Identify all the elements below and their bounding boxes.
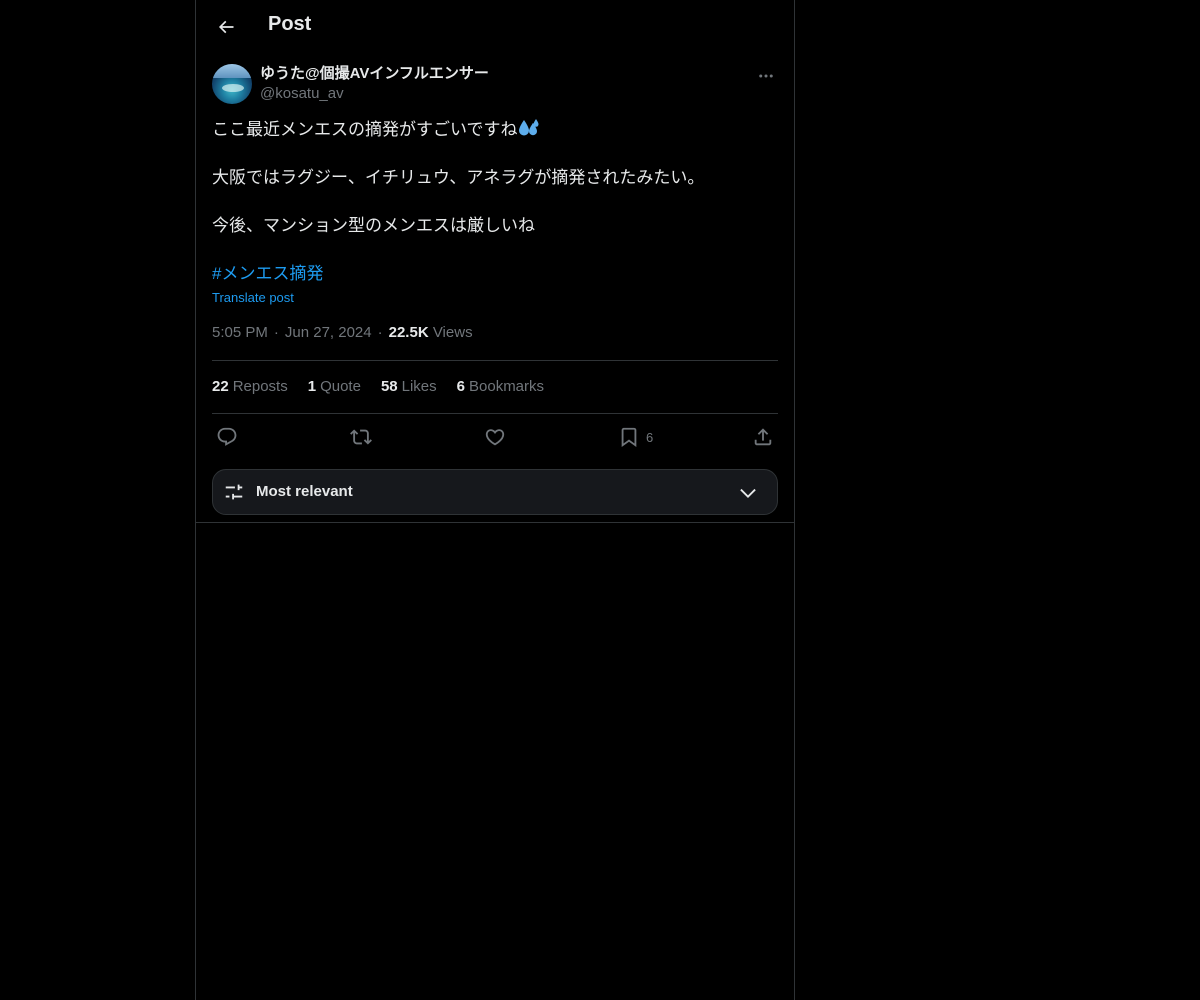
repost-button[interactable] bbox=[350, 426, 372, 448]
stat-bookmarks[interactable]: 6 Bookmarks bbox=[457, 378, 544, 395]
author-handle[interactable]: @kosatu_av bbox=[260, 84, 489, 104]
author-display-name[interactable]: ゆうた@個撮AVインフルエンサー bbox=[260, 64, 489, 84]
header: Post bbox=[196, 0, 794, 54]
more-horizontal-icon bbox=[759, 74, 773, 78]
author-info: ゆうた@個撮AVインフルエンサー @kosatu_av bbox=[260, 64, 489, 104]
stat-likes[interactable]: 58 Likes bbox=[381, 378, 437, 395]
post-text-line-2: 大阪ではラグジー、イチリュウ、アネラグが摘発されたみたい。 bbox=[212, 168, 705, 187]
share-icon bbox=[754, 428, 772, 446]
divider bbox=[212, 413, 778, 414]
action-bar: 6 bbox=[212, 422, 778, 452]
reply-button[interactable] bbox=[216, 426, 238, 448]
post-text-line-3: 今後、マンション型のメンエスは厳しいね bbox=[212, 216, 535, 235]
chevron-down-icon bbox=[737, 482, 759, 504]
divider bbox=[212, 360, 778, 361]
share-button[interactable] bbox=[752, 426, 774, 448]
translate-post-link[interactable]: Translate post bbox=[212, 290, 294, 305]
bookmark-button[interactable]: 6 bbox=[618, 426, 653, 448]
divider bbox=[196, 522, 794, 523]
post-column: Post ゆうた@個撮AVインフルエンサー @kosatu_av ここ最近メンエ… bbox=[195, 0, 795, 1000]
engagement-stats: 22 Reposts 1 Quote 58 Likes 6 Bookmarks bbox=[212, 378, 564, 395]
like-button[interactable] bbox=[484, 426, 506, 448]
post-date[interactable]: Jun 27, 2024 bbox=[285, 324, 372, 341]
stat-quotes[interactable]: 1 Quote bbox=[308, 378, 361, 395]
meta-separator: · bbox=[273, 324, 279, 341]
views[interactable]: 22.5K Views bbox=[389, 324, 473, 341]
sliders-icon bbox=[223, 481, 245, 503]
hashtag-link[interactable]: #メンエス摘発 bbox=[212, 262, 323, 286]
sort-label: Most relevant bbox=[256, 483, 353, 500]
meta-separator: · bbox=[377, 324, 383, 341]
post-meta: 5:05 PM · Jun 27, 2024 · 22.5K Views bbox=[212, 324, 473, 341]
views-count: 22.5K bbox=[388, 324, 429, 341]
sort-replies-dropdown[interactable]: Most relevant bbox=[212, 469, 778, 515]
bookmark-icon bbox=[621, 427, 637, 448]
back-button[interactable] bbox=[208, 9, 244, 45]
repost-icon bbox=[350, 429, 372, 445]
arrow-left-icon bbox=[218, 20, 234, 34]
heart-icon bbox=[485, 429, 505, 446]
views-label: Views bbox=[432, 324, 473, 341]
sweat-droplets-emoji bbox=[518, 118, 540, 138]
post-text-line-1: ここ最近メンエスの摘発がすごいですね bbox=[212, 118, 778, 142]
more-options-button[interactable] bbox=[754, 64, 778, 88]
bookmark-count: 6 bbox=[646, 429, 654, 445]
page-title: Post bbox=[268, 13, 312, 35]
avatar[interactable] bbox=[212, 64, 252, 104]
post-time[interactable]: 5:05 PM bbox=[212, 324, 268, 341]
reply-icon bbox=[217, 427, 237, 446]
post-text: ここ最近メンエスの摘発がすごいですね 大阪ではラグジー、イチリュウ、アネラグが摘… bbox=[212, 118, 778, 238]
stat-reposts[interactable]: 22 Reposts bbox=[212, 378, 288, 395]
